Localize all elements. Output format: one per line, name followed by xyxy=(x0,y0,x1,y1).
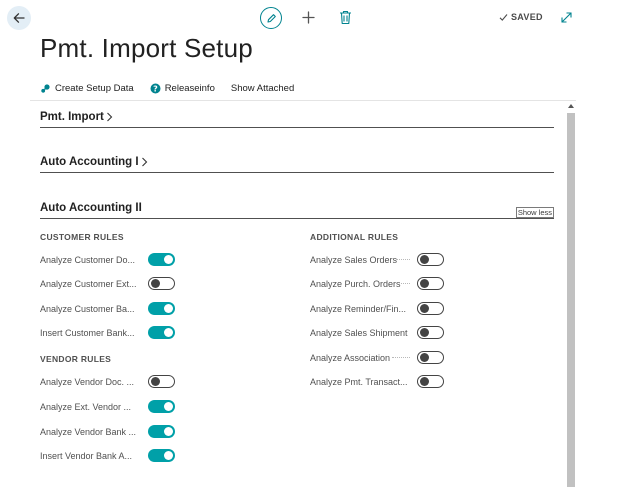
toggle-knob xyxy=(420,303,429,313)
scrollbar-thumb[interactable] xyxy=(567,113,575,487)
toggle-knob xyxy=(420,327,429,337)
field-label: Insert Customer Bank... xyxy=(40,328,135,338)
vendor-rules-title: VENDOR RULES xyxy=(40,354,112,364)
additional-rule-toggle[interactable] xyxy=(417,277,444,290)
customer-rule-row: Analyze Customer Do... xyxy=(40,252,176,268)
caret-up-icon xyxy=(568,104,574,108)
vertical-scrollbar[interactable] xyxy=(566,102,576,487)
plus-icon[interactable] xyxy=(301,10,316,25)
dotted-leader xyxy=(392,357,410,359)
toggle-knob xyxy=(164,255,173,264)
additional-rule-row: Analyze Pmt. Transact... xyxy=(310,374,446,390)
action-bar-divider xyxy=(30,100,576,101)
svg-text:?: ? xyxy=(153,84,158,93)
vendor-rule-row: Analyze Vendor Doc. ... xyxy=(40,374,176,390)
field-label: Analyze Association xyxy=(310,353,391,363)
additional-rule-row: Analyze Reminder/Fin... xyxy=(310,301,446,317)
vendor-rule-toggle[interactable] xyxy=(148,425,175,438)
fasttab-pmt-import[interactable]: Pmt. Import xyxy=(40,111,554,128)
customer-rules-title: CUSTOMER RULES xyxy=(40,232,124,242)
toggle-knob xyxy=(164,328,173,337)
back-button[interactable] xyxy=(7,6,31,30)
customer-rule-row: Insert Customer Bank... xyxy=(40,325,176,341)
customer-rule-row: Analyze Customer Ext... xyxy=(40,276,176,292)
saved-status: SAVED xyxy=(499,12,543,22)
create-setup-data-label: Create Setup Data xyxy=(55,82,134,94)
customer-rule-row: Analyze Customer Ba... xyxy=(40,301,176,317)
additional-rules-title: ADDITIONAL RULES xyxy=(310,232,399,242)
show-attached-label: Show Attached xyxy=(230,82,295,94)
customer-rule-toggle[interactable] xyxy=(148,277,175,290)
checkmark-icon xyxy=(499,13,508,21)
expand-icon[interactable] xyxy=(560,11,573,24)
back-arrow-icon xyxy=(13,13,25,23)
field-label: Analyze Pmt. Transact... xyxy=(310,377,408,387)
toggle-knob xyxy=(164,304,173,313)
toggle-knob xyxy=(420,376,429,386)
toggle-knob xyxy=(164,427,173,436)
vendor-rule-row: Insert Vendor Bank A... xyxy=(40,448,176,464)
edit-button[interactable] xyxy=(260,7,282,29)
additional-rule-toggle[interactable] xyxy=(417,375,444,388)
field-label: Analyze Vendor Doc. ... xyxy=(40,377,135,387)
additional-rule-toggle[interactable] xyxy=(417,302,444,315)
toggle-knob xyxy=(420,352,429,362)
vendor-rule-toggle[interactable] xyxy=(148,400,175,413)
vendor-rule-row: Analyze Vendor Bank ... xyxy=(40,424,176,440)
toggle-knob xyxy=(164,451,173,460)
fasttab-auto-accounting-1[interactable]: Auto Accounting I xyxy=(40,156,554,173)
show-less-button[interactable]: Show less xyxy=(515,207,554,218)
field-label: Analyze Vendor Bank ... xyxy=(40,427,137,437)
field-label: Analyze Ext. Vendor ... xyxy=(40,402,132,412)
field-label: Analyze Customer Ext... xyxy=(40,279,137,289)
field-label: Analyze Reminder/Fin... xyxy=(310,304,407,314)
toggle-knob xyxy=(151,376,160,386)
customer-rule-toggle[interactable] xyxy=(148,326,175,339)
chevron-right-icon xyxy=(107,112,113,122)
customer-rule-toggle[interactable] xyxy=(148,302,175,315)
customer-rule-toggle[interactable] xyxy=(148,253,175,266)
releaseinfo-action[interactable]: ? Releaseinfo xyxy=(150,83,215,94)
additional-rule-row: Analyze Sales Orders xyxy=(310,252,446,268)
setup-icon xyxy=(41,83,50,93)
fasttab-auto-accounting-2[interactable]: Auto Accounting II Show less xyxy=(40,202,554,219)
fasttab-auto-accounting-2-title: Auto Accounting II xyxy=(40,202,142,214)
additional-rule-toggle[interactable] xyxy=(417,253,444,266)
additional-rule-toggle[interactable] xyxy=(417,326,444,339)
field-label: Analyze Sales Shipment xyxy=(310,328,408,338)
toggle-knob xyxy=(151,278,160,288)
help-circle-icon: ? xyxy=(150,83,161,93)
field-label: Analyze Sales Orders xyxy=(310,255,398,265)
scroll-up-button[interactable] xyxy=(567,102,575,110)
top-bar: SAVED xyxy=(0,0,618,36)
field-label: Analyze Purch. Orders xyxy=(310,279,401,289)
releaseinfo-label: Releaseinfo xyxy=(164,82,215,94)
dotted-leader xyxy=(396,259,410,261)
show-attached-action[interactable]: Show Attached xyxy=(231,83,294,94)
action-bar: Create Setup Data ? Releaseinfo Show Att… xyxy=(40,80,294,96)
vendor-rule-toggle[interactable] xyxy=(148,375,175,388)
fasttab-auto-accounting-1-title: Auto Accounting I xyxy=(40,156,139,168)
edit-pencil-icon xyxy=(266,13,276,23)
trash-icon[interactable] xyxy=(339,10,352,25)
field-label: Analyze Customer Do... xyxy=(40,255,136,265)
vendor-rule-toggle[interactable] xyxy=(148,449,175,462)
chevron-right-icon xyxy=(141,157,147,167)
create-setup-data-action[interactable]: Create Setup Data xyxy=(40,83,134,94)
additional-rule-row: Analyze Purch. Orders xyxy=(310,276,446,292)
page-title: Pmt. Import Setup xyxy=(40,33,253,63)
field-label: Analyze Customer Ba... xyxy=(40,304,135,314)
vendor-rule-row: Analyze Ext. Vendor ... xyxy=(40,399,176,415)
saved-label: SAVED xyxy=(511,12,543,22)
toggle-knob xyxy=(420,254,429,264)
fasttab-pmt-import-title: Pmt. Import xyxy=(40,111,104,123)
additional-rule-toggle[interactable] xyxy=(417,351,444,364)
additional-rule-row: Analyze Sales Shipment xyxy=(310,325,446,341)
toggle-knob xyxy=(164,402,173,411)
field-label: Insert Vendor Bank A... xyxy=(40,451,133,461)
dotted-leader xyxy=(401,283,410,285)
toggle-knob xyxy=(420,278,429,288)
additional-rule-row: Analyze Association xyxy=(310,350,446,366)
